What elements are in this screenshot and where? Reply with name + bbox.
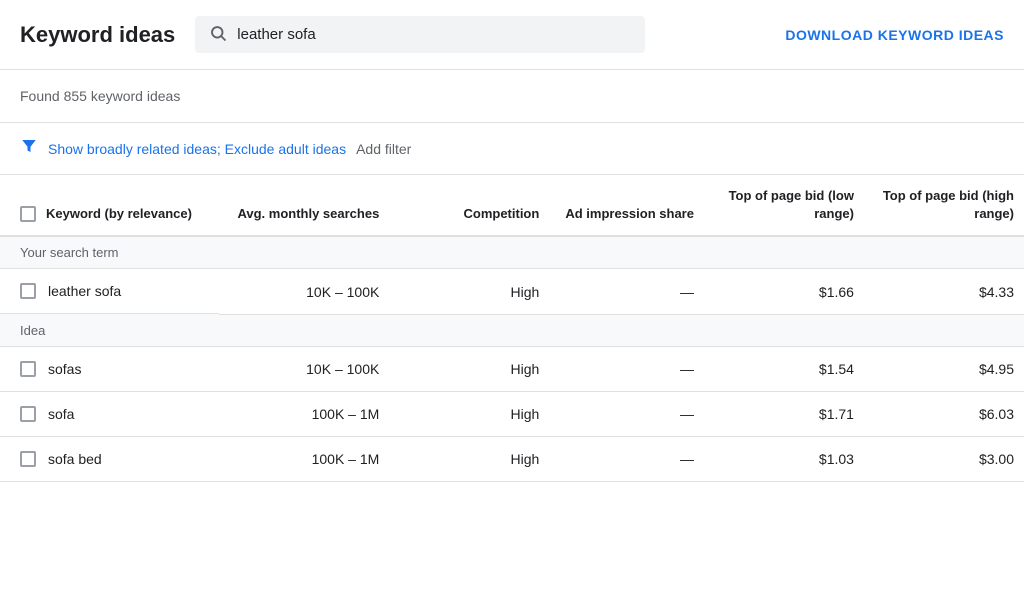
filter-link[interactable]: Show broadly related ideas; Exclude adul… <box>48 141 346 157</box>
col-header-impression: Ad impression share <box>549 175 704 236</box>
col-header-bid-low: Top of page bid (low range) <box>704 175 864 236</box>
competition-cell: High <box>389 437 549 482</box>
competition-cell: High <box>389 346 549 392</box>
table-row: leather sofa 10K – 100K High — $1.66 $4.… <box>0 269 1024 315</box>
keyword-cell: sofa <box>0 392 219 437</box>
page-title: Keyword ideas <box>20 22 175 48</box>
impression-share-cell: — <box>549 269 704 315</box>
table-header-row: Keyword (by relevance) Avg. monthly sear… <box>0 175 1024 236</box>
table-section-header: Your search term <box>0 236 1024 269</box>
search-box[interactable]: leather sofa <box>195 16 645 53</box>
avg-monthly-cell: 100K – 1M <box>219 437 390 482</box>
result-count: Found 855 keyword ideas <box>0 70 1024 123</box>
bid-high-cell: $4.95 <box>864 346 1024 392</box>
avg-monthly-cell: 10K – 100K <box>219 269 390 315</box>
keyword-value: sofas <box>48 361 81 377</box>
col-header-avg: Avg. monthly searches <box>219 175 390 236</box>
col-header-bid-high: Top of page bid (high range) <box>864 175 1024 236</box>
filter-row: Show broadly related ideas; Exclude adul… <box>0 123 1024 175</box>
bid-high-cell: $6.03 <box>864 392 1024 437</box>
row-checkbox[interactable] <box>20 406 36 422</box>
table-row: sofa bed 100K – 1M High — $1.03 $3.00 <box>0 437 1024 482</box>
impression-share-cell: — <box>549 392 704 437</box>
bid-low-cell: $1.54 <box>704 346 864 392</box>
row-checkbox[interactable] <box>20 361 36 377</box>
keywords-table: Keyword (by relevance) Avg. monthly sear… <box>0 175 1024 482</box>
bid-high-cell: $4.33 <box>864 269 1024 315</box>
download-button[interactable]: DOWNLOAD KEYWORD IDEAS <box>785 27 1004 43</box>
bid-high-cell: $3.00 <box>864 437 1024 482</box>
keyword-value: sofa bed <box>48 451 102 467</box>
keyword-value: sofa <box>48 406 74 422</box>
keyword-cell: leather sofa <box>0 269 219 314</box>
table-row: sofa 100K – 1M High — $1.71 $6.03 <box>0 392 1024 437</box>
keyword-cell: sofas <box>0 347 219 392</box>
avg-monthly-cell: 100K – 1M <box>219 392 390 437</box>
impression-share-cell: — <box>549 437 704 482</box>
row-checkbox[interactable] <box>20 283 36 299</box>
col-header-competition: Competition <box>389 175 549 236</box>
table-section-header: Idea <box>0 314 1024 346</box>
row-checkbox[interactable] <box>20 451 36 467</box>
filter-icon <box>20 137 38 160</box>
competition-cell: High <box>389 392 549 437</box>
competition-cell: High <box>389 269 549 315</box>
add-filter-button[interactable]: Add filter <box>356 141 411 157</box>
table-row: sofas 10K – 100K High — $1.54 $4.95 <box>0 346 1024 392</box>
bid-low-cell: $1.71 <box>704 392 864 437</box>
keyword-cell: sofa bed <box>0 437 219 482</box>
search-icon <box>209 24 227 45</box>
col-header-keyword: Keyword (by relevance) <box>0 175 219 236</box>
keyword-value: leather sofa <box>48 283 121 299</box>
select-all-checkbox[interactable] <box>20 206 36 222</box>
impression-share-cell: — <box>549 346 704 392</box>
bid-low-cell: $1.66 <box>704 269 864 315</box>
avg-monthly-cell: 10K – 100K <box>219 346 390 392</box>
page-header: Keyword ideas leather sofa DOWNLOAD KEYW… <box>0 0 1024 70</box>
search-value: leather sofa <box>237 26 315 43</box>
bid-low-cell: $1.03 <box>704 437 864 482</box>
